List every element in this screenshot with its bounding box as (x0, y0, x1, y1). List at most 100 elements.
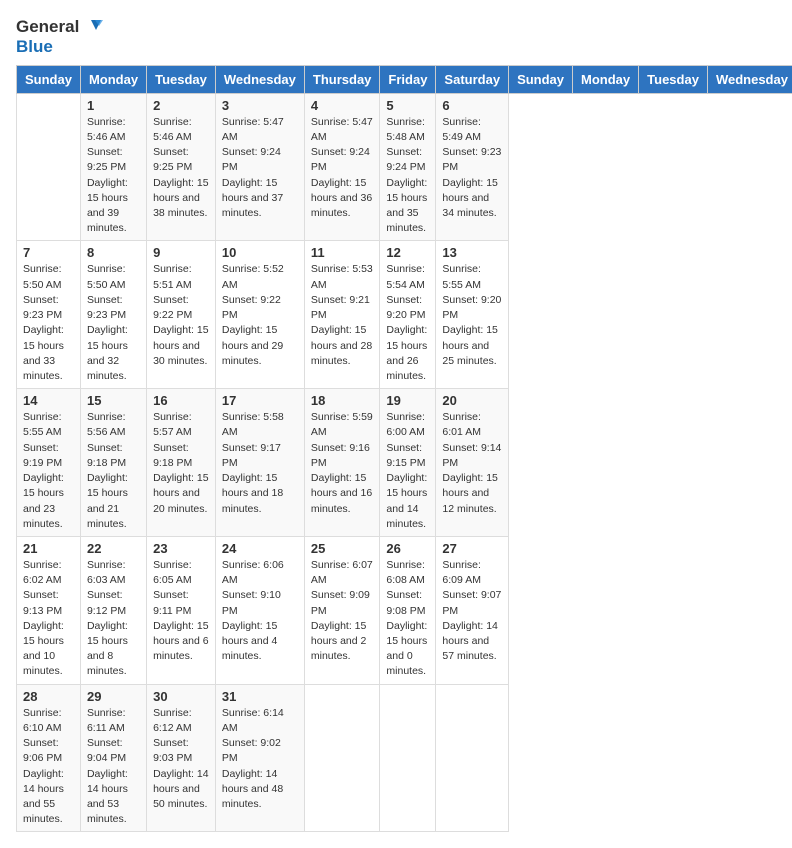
calendar-week-row: 1 Sunrise: 5:46 AMSunset: 9:25 PMDaylight… (17, 93, 792, 241)
day-info: Sunrise: 6:08 AMSunset: 9:08 PMDaylight:… (386, 558, 429, 680)
calendar-cell: 23Sunrise: 6:05 AMSunset: 9:11 PMDayligh… (147, 536, 216, 684)
day-number: 16 (153, 393, 209, 408)
calendar-cell: 1 Sunrise: 5:46 AMSunset: 9:25 PMDaylight… (80, 93, 146, 241)
day-info: Sunrise: 6:01 AMSunset: 9:14 PMDaylight:… (442, 410, 502, 517)
day-info: Sunrise: 5:59 AMSunset: 9:16 PMDaylight:… (311, 410, 374, 517)
calendar-cell: 31 Sunrise: 6:14 AMSunset: 9:02 PMDayligh… (215, 684, 304, 832)
day-number: 18 (311, 393, 374, 408)
day-info: Sunrise: 5:47 AMSunset: 9:24 PMDaylight:… (222, 115, 298, 222)
day-number: 4 (311, 98, 374, 113)
day-number: 26 (386, 541, 429, 556)
day-info: Sunrise: 5:55 AMSunset: 9:19 PMDaylight:… (23, 410, 74, 532)
calendar-cell: 7 Sunrise: 5:50 AMSunset: 9:23 PMDaylight… (17, 241, 81, 389)
col-header-sunday: Sunday (17, 65, 81, 93)
calendar-cell: 4 Sunrise: 5:47 AMSunset: 9:24 PMDaylight… (304, 93, 380, 241)
day-number: 14 (23, 393, 74, 408)
day-info: Sunrise: 5:56 AMSunset: 9:18 PMDaylight:… (87, 410, 140, 532)
day-number: 31 (222, 689, 298, 704)
calendar-cell (380, 684, 436, 832)
day-number: 30 (153, 689, 209, 704)
calendar-week-row: 21Sunrise: 6:02 AMSunset: 9:13 PMDayligh… (17, 536, 792, 684)
calendar-cell: 22 Sunrise: 6:03 AMSunset: 9:12 PMDayligh… (80, 536, 146, 684)
day-number: 25 (311, 541, 374, 556)
day-info: Sunrise: 5:46 AMSunset: 9:25 PMDaylight:… (87, 115, 140, 237)
calendar-cell: 29 Sunrise: 6:11 AMSunset: 9:04 PMDayligh… (80, 684, 146, 832)
day-number: 17 (222, 393, 298, 408)
day-number: 10 (222, 245, 298, 260)
day-number: 28 (23, 689, 74, 704)
day-number: 29 (87, 689, 140, 704)
day-number: 12 (386, 245, 429, 260)
day-info: Sunrise: 6:03 AMSunset: 9:12 PMDaylight:… (87, 558, 140, 680)
col-header-sunday: Sunday (509, 65, 573, 93)
col-header-monday: Monday (573, 65, 639, 93)
calendar-cell: 8 Sunrise: 5:50 AMSunset: 9:23 PMDaylight… (80, 241, 146, 389)
day-info: Sunrise: 5:52 AMSunset: 9:22 PMDaylight:… (222, 262, 298, 369)
calendar-cell: 13 Sunrise: 5:55 AMSunset: 9:20 PMDayligh… (436, 241, 509, 389)
col-header-wednesday: Wednesday (707, 65, 792, 93)
day-info: Sunrise: 6:11 AMSunset: 9:04 PMDaylight:… (87, 706, 140, 828)
calendar-cell: 17 Sunrise: 5:58 AMSunset: 9:17 PMDayligh… (215, 389, 304, 537)
calendar-cell: 21Sunrise: 6:02 AMSunset: 9:13 PMDayligh… (17, 536, 81, 684)
day-info: Sunrise: 6:00 AMSunset: 9:15 PMDaylight:… (386, 410, 429, 532)
day-info: Sunrise: 5:58 AMSunset: 9:17 PMDaylight:… (222, 410, 298, 517)
calendar-week-row: 7 Sunrise: 5:50 AMSunset: 9:23 PMDaylight… (17, 241, 792, 389)
calendar-week-row: 14 Sunrise: 5:55 AMSunset: 9:19 PMDayligh… (17, 389, 792, 537)
calendar-cell: 19Sunrise: 6:00 AMSunset: 9:15 PMDayligh… (380, 389, 436, 537)
day-info: Sunrise: 5:55 AMSunset: 9:20 PMDaylight:… (442, 262, 502, 369)
day-number: 9 (153, 245, 209, 260)
day-number: 22 (87, 541, 140, 556)
calendar-cell: 30 Sunrise: 6:12 AMSunset: 9:03 PMDayligh… (147, 684, 216, 832)
col-header-wednesday: Wednesday (215, 65, 304, 93)
calendar-cell: 6 Sunrise: 5:49 AMSunset: 9:23 PMDaylight… (436, 93, 509, 241)
col-header-tuesday: Tuesday (639, 65, 708, 93)
calendar-cell (304, 684, 380, 832)
calendar-cell: 12 Sunrise: 5:54 AMSunset: 9:20 PMDayligh… (380, 241, 436, 389)
day-info: Sunrise: 6:10 AMSunset: 9:06 PMDaylight:… (23, 706, 74, 828)
day-info: Sunrise: 5:51 AMSunset: 9:22 PMDaylight:… (153, 262, 209, 369)
calendar-week-row: 28 Sunrise: 6:10 AMSunset: 9:06 PMDayligh… (17, 684, 792, 832)
calendar-cell: 26 Sunrise: 6:08 AMSunset: 9:08 PMDayligh… (380, 536, 436, 684)
day-number: 15 (87, 393, 140, 408)
calendar-cell (17, 93, 81, 241)
calendar-cell: 5Sunrise: 5:48 AMSunset: 9:24 PMDaylight… (380, 93, 436, 241)
col-header-saturday: Saturday (436, 65, 509, 93)
col-header-tuesday: Tuesday (147, 65, 216, 93)
day-info: Sunrise: 5:50 AMSunset: 9:23 PMDaylight:… (23, 262, 74, 384)
day-number: 24 (222, 541, 298, 556)
day-number: 13 (442, 245, 502, 260)
day-number: 7 (23, 245, 74, 260)
day-info: Sunrise: 5:50 AMSunset: 9:23 PMDaylight:… (87, 262, 140, 384)
calendar-cell: 24Sunrise: 6:06 AMSunset: 9:10 PMDayligh… (215, 536, 304, 684)
day-number: 23 (153, 541, 209, 556)
day-info: Sunrise: 5:49 AMSunset: 9:23 PMDaylight:… (442, 115, 502, 222)
day-info: Sunrise: 6:14 AMSunset: 9:02 PMDaylight:… (222, 706, 298, 813)
logo-text: General Blue (16, 16, 103, 57)
calendar-cell: 9 Sunrise: 5:51 AMSunset: 9:22 PMDaylight… (147, 241, 216, 389)
day-number: 20 (442, 393, 502, 408)
calendar-cell: 27Sunrise: 6:09 AMSunset: 9:07 PMDayligh… (436, 536, 509, 684)
calendar-cell: 2Sunrise: 5:46 AMSunset: 9:25 PMDaylight… (147, 93, 216, 241)
day-number: 1 (87, 98, 140, 113)
col-header-thursday: Thursday (304, 65, 380, 93)
day-number: 3 (222, 98, 298, 113)
day-info: Sunrise: 5:47 AMSunset: 9:24 PMDaylight:… (311, 115, 374, 222)
day-info: Sunrise: 5:54 AMSunset: 9:20 PMDaylight:… (386, 262, 429, 384)
day-info: Sunrise: 5:48 AMSunset: 9:24 PMDaylight:… (386, 115, 429, 237)
day-info: Sunrise: 6:12 AMSunset: 9:03 PMDaylight:… (153, 706, 209, 813)
calendar-table: SundayMondayTuesdayWednesdayThursdayFrid… (16, 65, 792, 833)
day-number: 6 (442, 98, 502, 113)
calendar-cell: 28 Sunrise: 6:10 AMSunset: 9:06 PMDayligh… (17, 684, 81, 832)
day-number: 8 (87, 245, 140, 260)
day-info: Sunrise: 5:53 AMSunset: 9:21 PMDaylight:… (311, 262, 374, 369)
col-header-monday: Monday (80, 65, 146, 93)
day-number: 2 (153, 98, 209, 113)
calendar-header-row: SundayMondayTuesdayWednesdayThursdayFrid… (17, 65, 792, 93)
calendar-cell: 15 Sunrise: 5:56 AMSunset: 9:18 PMDayligh… (80, 389, 146, 537)
calendar-cell: 10 Sunrise: 5:52 AMSunset: 9:22 PMDayligh… (215, 241, 304, 389)
calendar-cell: 3 Sunrise: 5:47 AMSunset: 9:24 PMDaylight… (215, 93, 304, 241)
calendar-cell: 16Sunrise: 5:57 AMSunset: 9:18 PMDayligh… (147, 389, 216, 537)
calendar-cell: 20 Sunrise: 6:01 AMSunset: 9:14 PMDayligh… (436, 389, 509, 537)
day-number: 27 (442, 541, 502, 556)
logo-bird-icon (81, 16, 103, 38)
